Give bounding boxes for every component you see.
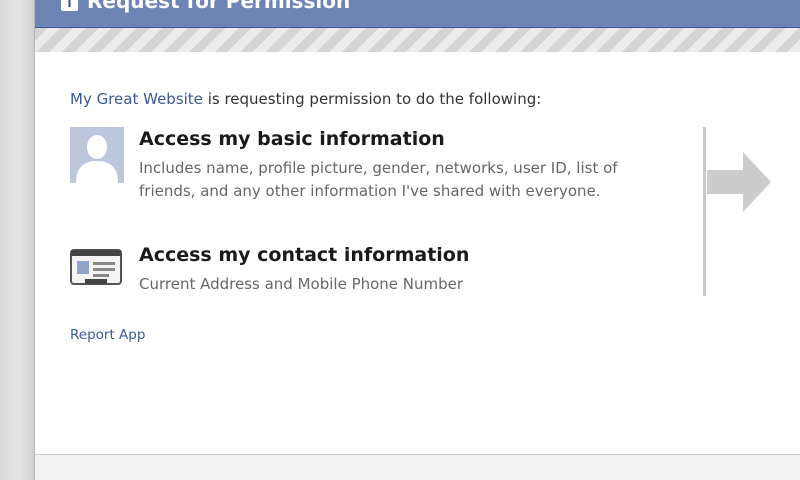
permission-title: Access my contact information [139,244,470,266]
facebook-f-icon: f [61,0,78,11]
user-silhouette-icon [70,127,124,183]
contact-card-icon [70,249,122,285]
right-arrow-icon [707,152,771,212]
dialog-title: Request for Permission [87,0,351,13]
background-page-edge [0,0,34,480]
permission-description: Includes name, profile picture, gender, … [139,159,618,200]
intro-text: is requesting permission to do the follo… [202,90,542,108]
striped-divider [35,28,800,52]
vertical-divider [703,127,706,296]
site-name-link[interactable]: My Great Website [70,90,203,108]
dialog-titlebar: f Request for Permission [35,0,800,28]
permission-intro: My Great Website is requesting permissio… [70,90,541,108]
permission-description: Current Address and Mobile Phone Number [139,275,464,293]
permission-title: Access my basic information [139,128,445,150]
dialog-footer [35,454,800,480]
report-app-link[interactable]: Report App [70,327,145,343]
permission-dialog: f Request for Permission My Great Websit… [34,0,800,480]
